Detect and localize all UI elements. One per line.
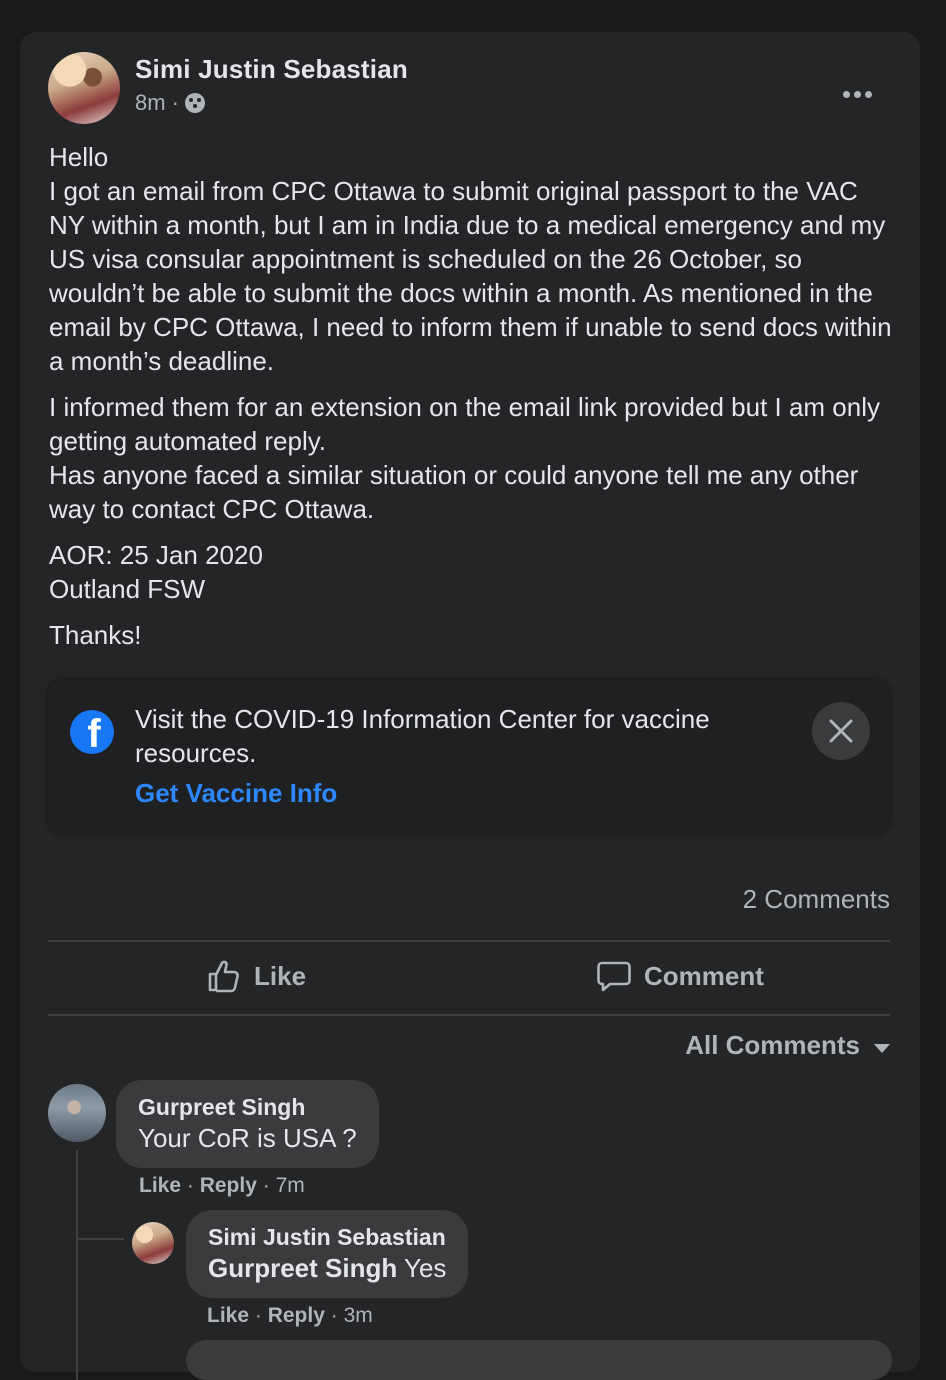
close-banner-button[interactable] (812, 702, 870, 760)
post-time[interactable]: 8m (135, 90, 166, 116)
covid-banner-text: Visit the COVID-19 Information Center fo… (135, 704, 710, 768)
author-avatar[interactable] (48, 52, 120, 124)
reply-author[interactable]: Simi Justin Sebastian (208, 1222, 446, 1252)
like-label: Like (254, 960, 307, 991)
post-paragraph: Thanks! (49, 620, 142, 650)
comment-icon (597, 961, 631, 992)
thumbs-up-icon (208, 960, 239, 993)
reply-bubble: Simi Justin Sebastian Gurpreet Singh Yes (186, 1210, 469, 1298)
comment-actions: Like · Reply · 7m (139, 1174, 305, 1197)
reply-text: Gurpreet Singh Yes (208, 1252, 446, 1284)
reply-mention[interactable]: Gurpreet Singh (208, 1253, 397, 1283)
caret-down-icon (874, 1044, 890, 1053)
comment-reply-button[interactable]: Reply (200, 1174, 257, 1197)
meta-separator: · (171, 90, 179, 115)
comment-time[interactable]: 7m (276, 1174, 305, 1197)
divider (48, 940, 890, 942)
post-meta: 8m · (135, 90, 205, 116)
reply-author-avatar[interactable] (132, 1222, 174, 1264)
reply-like-button[interactable]: Like (207, 1304, 249, 1327)
comment-button[interactable]: Comment (596, 958, 764, 994)
thread-line (76, 1150, 78, 1380)
post-card: Simi Justin Sebastian 8m · Hello I got a… (20, 32, 920, 1380)
dot-icon (865, 91, 872, 98)
covid-info-banner: f Visit the COVID-19 Information Center … (48, 680, 890, 834)
reply-time[interactable]: 3m (344, 1304, 373, 1327)
next-comment-bubble (186, 1340, 892, 1380)
post-paragraph: I informed them for an extension on the … (49, 392, 880, 524)
divider (48, 1014, 890, 1016)
comments-filter-label: All Comments (685, 1030, 860, 1060)
reply-connector (76, 1238, 124, 1240)
dot-icon (854, 91, 861, 98)
facebook-logo-icon: f (70, 710, 114, 754)
comment-text: Your CoR is USA ? (138, 1123, 357, 1153)
reply-reply-button[interactable]: Reply (268, 1304, 325, 1327)
like-button[interactable]: Like (206, 958, 306, 994)
reply-body: Yes (397, 1253, 447, 1283)
reply-actions: Like · Reply · 3m (207, 1304, 373, 1327)
get-vaccine-info-link[interactable]: Get Vaccine Info (135, 778, 337, 809)
more-options-button[interactable] (841, 72, 874, 106)
comments-count[interactable]: 2 Comments (743, 884, 890, 915)
audience-group-icon[interactable] (184, 93, 205, 113)
comment-bubble: Gurpreet Singh Your CoR is USA ? (116, 1080, 379, 1168)
comment-author[interactable]: Gurpreet Singh (138, 1092, 357, 1122)
post-author-name[interactable]: Simi Justin Sebastian (135, 54, 408, 85)
comment-like-button[interactable]: Like (139, 1174, 181, 1197)
close-icon (829, 719, 853, 743)
post-body: Hello I got an email from CPC Ottawa to … (49, 140, 899, 664)
post-paragraph: AOR: 25 Jan 2020 Outland FSW (49, 540, 263, 604)
comment-label: Comment (644, 960, 764, 991)
dot-icon (843, 91, 850, 98)
comments-filter-dropdown[interactable]: All Comments (685, 1030, 890, 1061)
post-paragraph: Hello I got an email from CPC Ottawa to … (49, 142, 892, 376)
commenter-avatar[interactable] (48, 1084, 106, 1142)
